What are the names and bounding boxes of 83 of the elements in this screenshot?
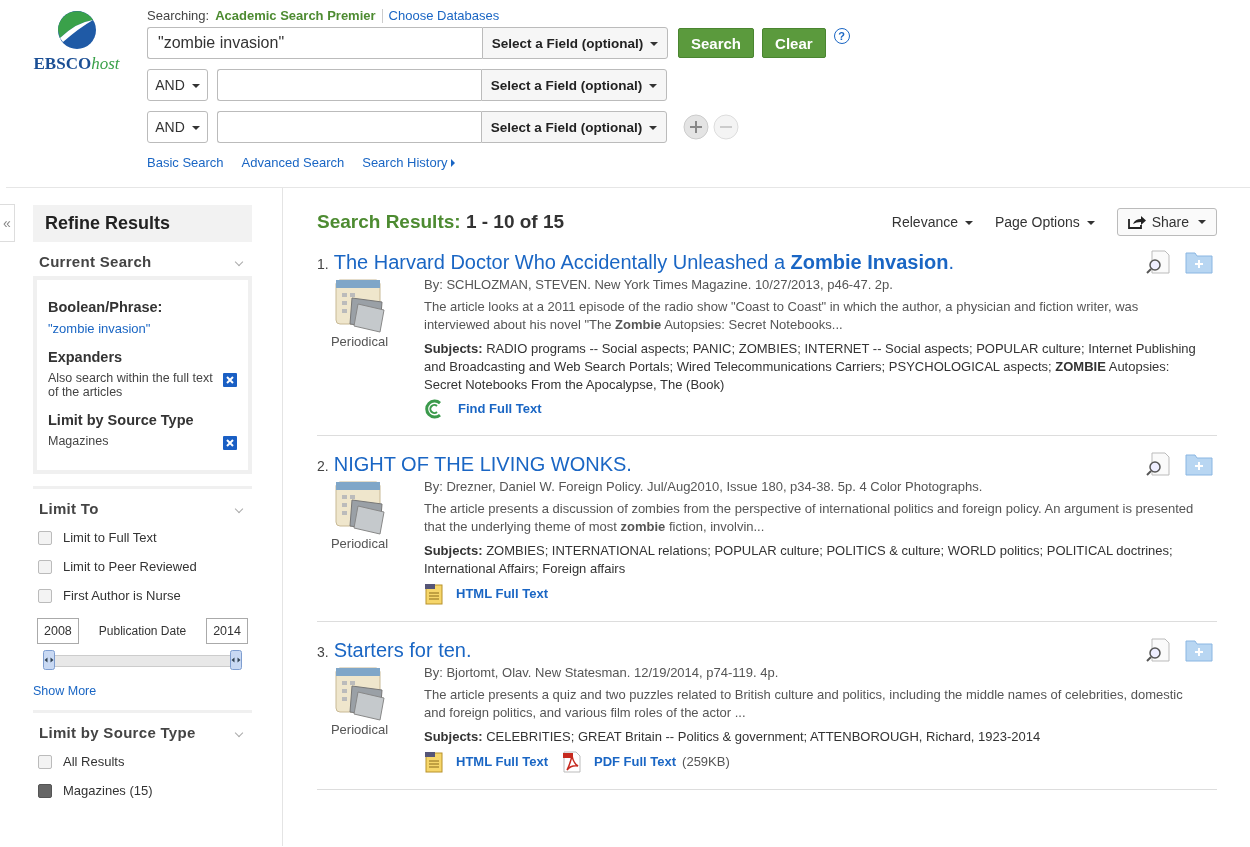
checkbox[interactable] (38, 588, 52, 603)
section-heading[interactable]: Limit To (39, 500, 99, 517)
slider-handle[interactable] (43, 650, 55, 670)
subjects: Subjects: CELEBRITIES; GREAT Britain -- Politics & government; ATTENBOROUGH, Richard, 1923-2014 (424, 728, 1042, 746)
slider-handle[interactable] (230, 650, 242, 670)
preview-icon[interactable] (1145, 250, 1171, 274)
search-input[interactable]: "zombie invasion" (147, 27, 482, 59)
result-title-link[interactable]: NIGHT OF THE LIVING WONKS. (333, 452, 632, 476)
byline: By: SCHLOZMAN, STEVEN. New York Times Magazine. 10/27/2013, p46-47. 2p. (424, 276, 894, 294)
section-heading[interactable]: Current Search (39, 253, 152, 270)
year-input[interactable]: 2014 (206, 618, 248, 644)
section-heading[interactable]: Limit by Source Type (39, 724, 196, 741)
file-size: (259KB) (682, 753, 730, 771)
full-text-link[interactable]: HTML Full Text (456, 753, 548, 771)
result-number: 2. (317, 457, 329, 474)
field-select[interactable]: Select a Field (optional) (480, 69, 667, 101)
abstract: The article presents a quiz and two puzzles related to British culture and politics, including the middle names of celebrities, domestic and foreign politics, and various film roles of the actor ... (424, 686, 1184, 722)
byline: By: Bjortomt, Olav. New Statesman. 12/19/2014, p74-119. 4p. (424, 664, 780, 682)
checkbox[interactable] (38, 559, 52, 574)
full-text-link[interactable]: Find Full Text (458, 400, 542, 418)
add-to-folder-icon[interactable] (1185, 638, 1213, 662)
collapse-sidebar-button[interactable]: « (0, 204, 15, 242)
database-name: Academic Search Premier (215, 8, 376, 23)
publication-date-label: Publication Date (98, 624, 187, 638)
document-icon[interactable] (424, 583, 444, 605)
full-text-link[interactable]: HTML Full Text (456, 585, 548, 603)
logo-icon (56, 10, 97, 50)
publication-type: Periodical (330, 536, 389, 551)
abstract: The article looks at a 2011 episode of the radio show "Coast to Coast" in which the author, a physician and fiction writer, was interviewed about his novel "The Zombie Autopsies: Secret Notebooks... (424, 298, 1140, 334)
share-icon[interactable] (1127, 215, 1146, 229)
checkbox[interactable] (38, 530, 52, 545)
facet-label: Boolean/Phrase: (48, 299, 164, 315)
abstract: The article presents a discussion of zombies from the perspective of international politics and foreign policy. An argument is presented that the underlying theme of most zombie fiction, involvin... (424, 500, 1195, 536)
share-button[interactable]: Share (1116, 208, 1217, 236)
choose-databases-link[interactable]: Choose Databases (388, 8, 500, 23)
results-heading: Search Results: 1 - 10 of 15 (317, 211, 565, 233)
full-text-link[interactable]: PDF Full Text (593, 753, 677, 771)
pdf-icon[interactable] (561, 751, 582, 773)
checkbox-label[interactable]: Magazines (15) (63, 783, 153, 798)
refine-results-heading: Refine Results (33, 205, 252, 242)
operator-dropdown[interactable]: AND (147, 111, 208, 143)
result-number: 3. (317, 643, 329, 660)
searching-label: Searching: (147, 8, 210, 23)
search-mode-link[interactable]: Advanced Search (241, 155, 345, 170)
checkbox-label[interactable]: All Results (63, 754, 125, 769)
year-input[interactable]: 2008 (37, 618, 79, 644)
facet-label: Limit by Source Type (48, 412, 195, 428)
subjects: Subjects: RADIO programs -- Social aspects; PANIC; ZOMBIES; INTERNET -- Social aspects; POPULAR culture; Internet Publishing and Broadcasting and Web Search Portals; Wired Telecommunications Carriers; PSYCHOLOGICAL aspects; ZOMBIE Autopsies: Secret Notebooks From the Apocalypse, The (Book) (424, 340, 1197, 394)
show-more-link[interactable]: Show More (33, 684, 252, 698)
checkbox[interactable] (38, 754, 52, 769)
publication-type: Periodical (330, 722, 389, 737)
search-input[interactable] (217, 111, 481, 143)
search-mode-link[interactable]: Basic Search (147, 155, 224, 170)
document-icon[interactable] (424, 751, 444, 773)
remove-icon[interactable] (223, 436, 237, 450)
add-row-icon[interactable] (683, 114, 709, 140)
preview-icon[interactable] (1145, 452, 1171, 476)
subjects: Subjects: ZOMBIES; INTERNATIONAL relations; POPULAR culture; POLITICS & culture; WORLD politics; POLITICAL doctrines; International Affairs; Foreign affairs (424, 542, 1174, 578)
facet-value: Magazines (48, 434, 110, 448)
result-title-link[interactable]: Starters for ten. (333, 638, 472, 662)
page-options-dropdown[interactable]: Page Options (994, 214, 1095, 230)
remove-icon[interactable] (223, 373, 237, 387)
byline: By: Drezner, Daniel W. Foreign Policy. Jul/Aug2010, Issue 180, p34-38. 5p. 4 Color Photographs. (424, 478, 984, 496)
checkbox[interactable] (38, 783, 52, 798)
result-title-link[interactable]: The Harvard Doctor Who Accidentally Unleashed a Zombie Invasion. (333, 250, 954, 274)
publication-type: Periodical (330, 334, 389, 349)
field-select[interactable]: Select a Field (optional) (481, 27, 668, 59)
operator-dropdown[interactable]: AND (147, 69, 208, 101)
checkbox-label[interactable]: Limit to Peer Reviewed (63, 559, 197, 574)
facet-label: Expanders (48, 349, 124, 365)
checkbox-label[interactable]: Limit to Full Text (63, 530, 157, 545)
logo-text[interactable]: EBSCOhost (33, 54, 120, 74)
search-input[interactable] (217, 69, 481, 101)
preview-icon[interactable] (1145, 638, 1171, 662)
field-select[interactable]: Select a Field (optional) (480, 111, 667, 143)
add-to-folder-icon[interactable] (1185, 452, 1213, 476)
checkbox-label[interactable]: First Author is Nurse (63, 588, 181, 603)
search-mode-link[interactable]: Search History (362, 155, 456, 170)
add-to-folder-icon[interactable] (1185, 250, 1213, 274)
sort-dropdown[interactable]: Relevance (891, 214, 973, 230)
facet-value: Also search within the full text of the articles (48, 371, 214, 399)
result-number: 1. (317, 255, 329, 272)
search-term-link[interactable]: "zombie invasion" (48, 321, 151, 336)
